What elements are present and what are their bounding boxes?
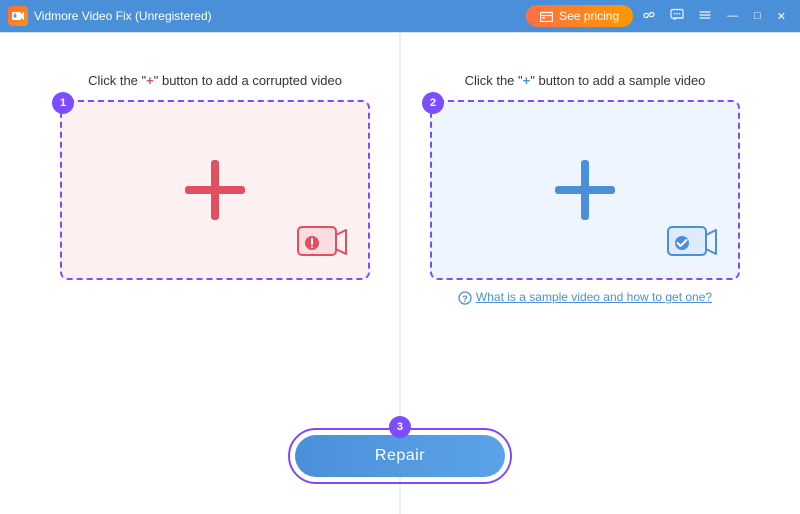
app-logo <box>8 6 28 26</box>
step-badge-3: 3 <box>389 416 411 438</box>
chat-icon[interactable] <box>665 6 689 27</box>
step-badge-1: 1 <box>52 92 74 114</box>
repair-wrapper: 3 Repair <box>288 428 512 484</box>
help-icon: ? <box>458 291 472 308</box>
main-content: Click the "+" button to add a corrupted … <box>0 33 800 514</box>
menu-icon[interactable] <box>693 6 717 27</box>
panels-row: Click the "+" button to add a corrupted … <box>30 73 770 408</box>
pricing-button[interactable]: See pricing <box>526 5 633 27</box>
sample-video-dropzone[interactable]: 2 <box>430 100 740 280</box>
step-badge-2: 2 <box>422 92 444 114</box>
sample-video-help[interactable]: ? What is a sample video and how to get … <box>458 290 712 308</box>
svg-text:?: ? <box>462 294 468 304</box>
link-icon[interactable] <box>637 6 661 27</box>
minimize-button[interactable]: — <box>721 8 744 24</box>
add-sample-icon <box>555 160 615 220</box>
close-button[interactable]: ✕ <box>771 8 792 25</box>
left-panel-instruction: Click the "+" button to add a corrupted … <box>88 73 342 88</box>
sample-camera-icon <box>664 217 720 264</box>
right-panel-instruction: Click the "+" button to add a sample vid… <box>465 73 706 88</box>
titlebar-right: See pricing — □ ✕ <box>526 5 792 27</box>
add-corrupted-icon <box>185 160 245 220</box>
repair-button[interactable]: Repair <box>295 435 505 477</box>
right-panel: Click the "+" button to add a sample vid… <box>400 73 770 408</box>
left-panel: Click the "+" button to add a corrupted … <box>30 73 400 408</box>
corrupted-camera-icon <box>294 217 350 264</box>
help-link-text: What is a sample video and how to get on… <box>476 290 712 304</box>
repair-section: 3 Repair <box>30 428 770 484</box>
pricing-label: See pricing <box>559 9 619 23</box>
corrupted-video-dropzone[interactable]: 1 <box>60 100 370 280</box>
titlebar-left: Vidmore Video Fix (Unregistered) <box>8 6 212 26</box>
maximize-button[interactable]: □ <box>748 8 767 24</box>
titlebar: Vidmore Video Fix (Unregistered) See pri… <box>0 0 800 32</box>
app-title: Vidmore Video Fix (Unregistered) <box>34 9 212 23</box>
